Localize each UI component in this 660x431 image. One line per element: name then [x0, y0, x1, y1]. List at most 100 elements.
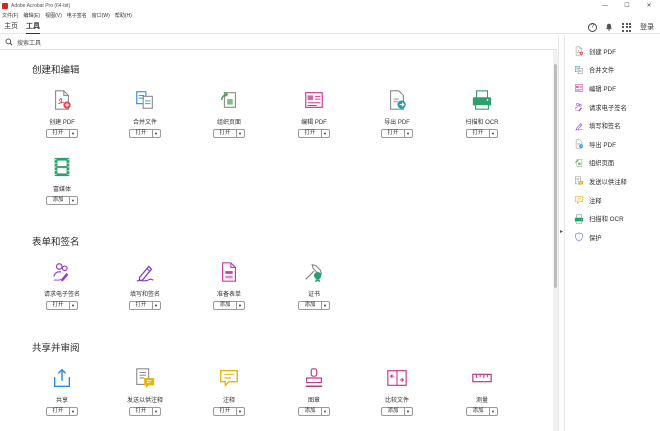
tool-action-button[interactable]: 打开 ▼: [129, 129, 161, 138]
chevron-down-icon[interactable]: ▼: [68, 130, 77, 137]
tool-action-label[interactable]: 打开: [467, 130, 488, 137]
tool-action-button[interactable]: 打开 ▼: [213, 129, 245, 138]
tool-card[interactable]: 创建 PDF 打开 ▼: [27, 89, 97, 138]
tool-card[interactable]: 注释 打开 ▼: [194, 367, 264, 416]
panel-item[interactable]: 请求电子签名: [566, 98, 660, 117]
tool-card[interactable]: 发送以供注释 打开 ▼: [110, 367, 180, 416]
panel-item[interactable]: 保护: [566, 228, 660, 247]
panel-item[interactable]: 创建 PDF: [566, 42, 660, 61]
tool-card[interactable]: 准备表单 添加 ▼: [194, 261, 264, 310]
login-link[interactable]: 登录: [640, 22, 654, 32]
tool-action-button[interactable]: 打开 ▼: [129, 301, 161, 310]
chevron-down-icon[interactable]: ▼: [68, 302, 77, 309]
tool-card[interactable]: 图章 添加 ▼: [279, 367, 349, 416]
chevron-down-icon[interactable]: ▼: [320, 408, 329, 415]
menu-file[interactable]: 文件(F): [2, 12, 18, 19]
menu-esign[interactable]: 电子签名: [67, 12, 87, 19]
tool-action-button[interactable]: 打开 ▼: [46, 407, 78, 416]
chevron-down-icon[interactable]: ▼: [235, 408, 244, 415]
tool-card[interactable]: 请求电子签名 打开 ▼: [27, 261, 97, 310]
tool-action-label[interactable]: 打开: [130, 302, 151, 309]
chevron-down-icon[interactable]: ▼: [151, 130, 160, 137]
tool-action-label[interactable]: 打开: [47, 302, 68, 309]
chevron-down-icon[interactable]: ▼: [68, 408, 77, 415]
tool-action-label[interactable]: 打开: [214, 130, 235, 137]
chevron-down-icon[interactable]: ▼: [151, 408, 160, 415]
tool-action-label[interactable]: 打开: [214, 408, 235, 415]
maximize-button[interactable]: ☐: [616, 0, 638, 11]
tool-action-label[interactable]: 打开: [130, 408, 151, 415]
tool-action-label[interactable]: 添加: [299, 408, 320, 415]
tool-card[interactable]: 比较文件 添加 ▼: [362, 367, 432, 416]
minimize-button[interactable]: —: [594, 0, 616, 11]
tool-action-button[interactable]: 打开 ▼: [466, 129, 498, 138]
tool-card[interactable]: 合并文件 打开 ▼: [110, 89, 180, 138]
panel-item[interactable]: 注释: [566, 191, 660, 210]
tool-card[interactable]: 富媒体 添加 ▼: [27, 156, 97, 205]
menu-window[interactable]: 窗口(W): [92, 12, 110, 19]
tool-action-button[interactable]: 打开 ▼: [213, 407, 245, 416]
tool-action-button[interactable]: 打开 ▼: [129, 407, 161, 416]
tool-action-label[interactable]: 打开: [47, 130, 68, 137]
chevron-down-icon[interactable]: ▼: [151, 302, 160, 309]
tool-action-label[interactable]: 添加: [299, 302, 320, 309]
tool-action-label[interactable]: 添加: [467, 408, 488, 415]
tool-action-button[interactable]: 打开 ▼: [298, 129, 330, 138]
search-input[interactable]: 搜索工具: [17, 38, 41, 47]
tool-action-label[interactable]: 打开: [130, 130, 151, 137]
tool-action-button[interactable]: 添加 ▼: [466, 407, 498, 416]
chevron-down-icon[interactable]: ▼: [403, 408, 412, 415]
chevron-down-icon[interactable]: ▼: [403, 130, 412, 137]
panel-item[interactable]: 组织页面: [566, 154, 660, 173]
tool-action-button[interactable]: 添加 ▼: [298, 301, 330, 310]
tab-home[interactable]: 主页: [4, 20, 18, 34]
tool-action-button[interactable]: 添加 ▼: [298, 407, 330, 416]
tool-action-button[interactable]: 添加 ▼: [46, 196, 78, 205]
tool-card[interactable]: 填写和签名 打开 ▼: [110, 261, 180, 310]
chevron-down-icon[interactable]: ▼: [320, 302, 329, 309]
help-icon[interactable]: ?: [588, 22, 597, 32]
apps-grid-icon[interactable]: [622, 22, 631, 32]
tool-card[interactable]: 导出 PDF 打开 ▼: [362, 89, 432, 138]
chevron-down-icon[interactable]: ▼: [68, 197, 77, 204]
tool-action-label[interactable]: 打开: [47, 408, 68, 415]
chevron-right-icon[interactable]: ▸: [560, 228, 563, 235]
close-button[interactable]: ✕: [638, 0, 660, 11]
scroll-thumb[interactable]: [554, 64, 557, 288]
app-title: Adobe Acrobat Pro (64-bit): [11, 2, 71, 9]
panel-item[interactable]: 填写和签名: [566, 116, 660, 135]
menu-edit[interactable]: 编辑(E): [23, 12, 40, 19]
panel-item[interactable]: 编辑 PDF: [566, 79, 660, 98]
chevron-down-icon[interactable]: ▼: [488, 130, 497, 137]
tool-action-button[interactable]: 打开 ▼: [46, 301, 78, 310]
tool-action-label[interactable]: 添加: [214, 302, 235, 309]
tab-tools[interactable]: 工具: [26, 20, 40, 34]
search-bar[interactable]: 搜索工具: [0, 35, 557, 50]
panel-item[interactable]: 导出 PDF: [566, 135, 660, 154]
chevron-down-icon[interactable]: ▼: [488, 408, 497, 415]
panel-item[interactable]: 扫描和 OCR: [566, 209, 660, 228]
tool-action-label[interactable]: 添加: [382, 408, 403, 415]
tool-card[interactable]: 证书 添加 ▼: [279, 261, 349, 310]
tool-card[interactable]: 扫描和 OCR 打开 ▼: [447, 89, 517, 138]
tool-action-label[interactable]: 打开: [299, 130, 320, 137]
chevron-down-icon[interactable]: ▼: [320, 130, 329, 137]
panel-item[interactable]: 发送以供注释: [566, 172, 660, 191]
menu-view[interactable]: 视图(V): [45, 12, 62, 19]
tool-action-button[interactable]: 打开 ▼: [46, 129, 78, 138]
menu-help[interactable]: 帮助(H): [115, 12, 132, 19]
tool-card[interactable]: 组织页面 打开 ▼: [194, 89, 264, 138]
tool-card[interactable]: 编辑 PDF 打开 ▼: [279, 89, 349, 138]
tool-action-button[interactable]: 添加 ▼: [381, 407, 413, 416]
tool-action-button[interactable]: 打开 ▼: [381, 129, 413, 138]
tool-action-label[interactable]: 添加: [47, 197, 68, 204]
panel-toggle[interactable]: ▸: [558, 35, 565, 431]
bell-icon[interactable]: [605, 23, 613, 31]
tool-card[interactable]: 测量 添加 ▼: [447, 367, 517, 416]
tool-action-label[interactable]: 打开: [382, 130, 403, 137]
tool-action-button[interactable]: 添加 ▼: [213, 301, 245, 310]
chevron-down-icon[interactable]: ▼: [235, 302, 244, 309]
panel-item[interactable]: 合并文件: [566, 61, 660, 80]
tool-card[interactable]: 共享 打开 ▼: [27, 367, 97, 416]
chevron-down-icon[interactable]: ▼: [235, 130, 244, 137]
